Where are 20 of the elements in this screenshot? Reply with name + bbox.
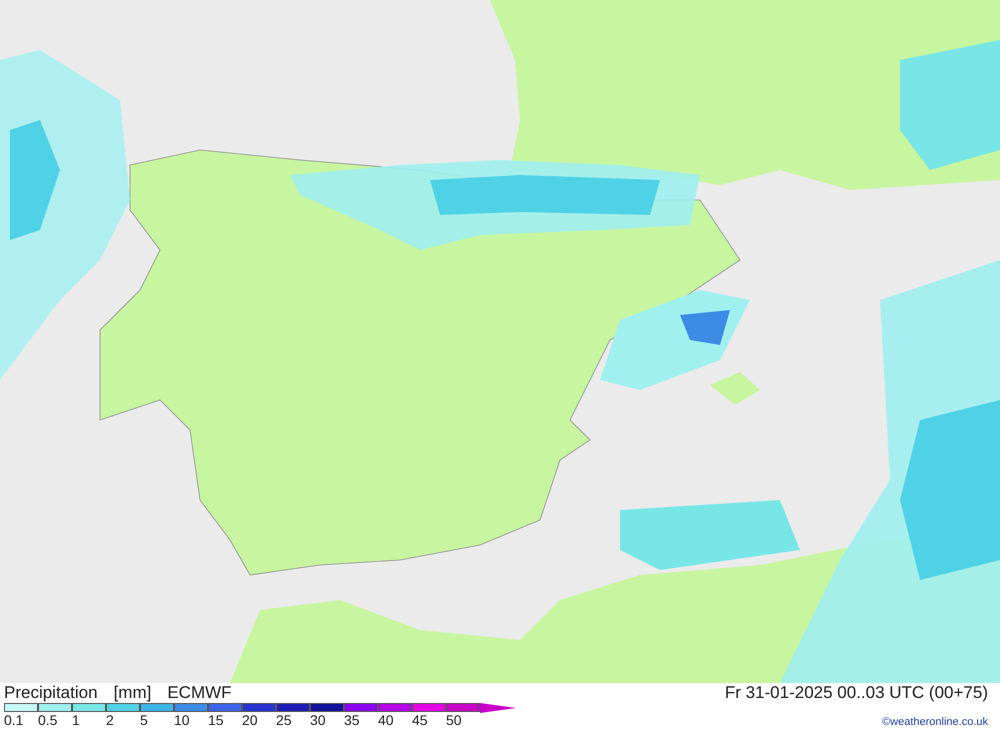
legend-arrow-icon	[480, 703, 516, 713]
valid-time: Fr 31-01-2025 00..03 UTC (00+75)	[724, 683, 988, 703]
legend-label: 0.5	[38, 712, 58, 728]
map-title: [mm]	[114, 683, 152, 703]
map-title: Precipitation	[4, 683, 98, 703]
legend-label: 45	[412, 712, 428, 728]
legend-label: 5	[140, 712, 148, 728]
legend-label: 40	[378, 712, 394, 728]
legend-label: 30	[310, 712, 326, 728]
legend-label: 15	[208, 712, 224, 728]
legend-label: 2	[106, 712, 114, 728]
legend-label: 10	[174, 712, 190, 728]
legend-label: 20	[242, 712, 258, 728]
credit-link[interactable]: ©weatheronline.co.uk	[882, 715, 988, 729]
legend-label: 35	[344, 712, 360, 728]
legend-label: 25	[276, 712, 292, 728]
legend-label: 1	[72, 712, 80, 728]
legend-label: 50	[446, 712, 462, 728]
legend-label: 0.1	[4, 712, 24, 728]
map-title: ECMWF	[167, 683, 232, 703]
